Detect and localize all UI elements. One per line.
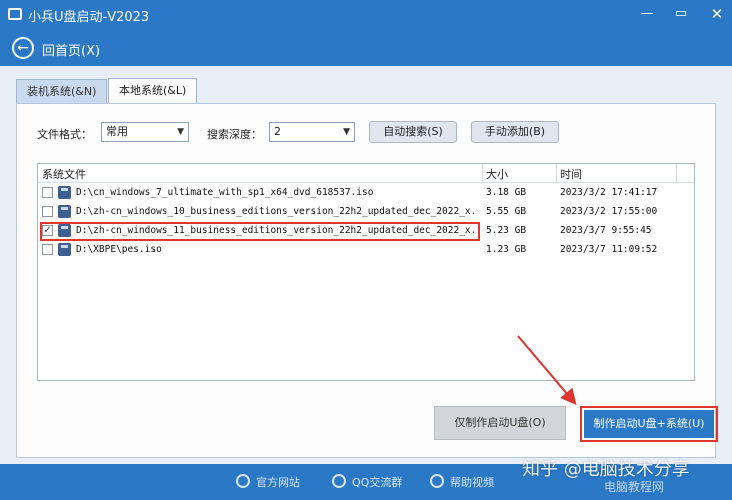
row-checkbox[interactable] <box>42 187 53 198</box>
row-checkbox-checked[interactable]: ✓ <box>42 225 53 236</box>
file-size: 1.23 GB <box>486 244 527 255</box>
list-header: 系统文件 大小 时间 <box>38 164 694 183</box>
globe-icon <box>236 474 250 488</box>
column-divider <box>556 164 557 182</box>
column-divider <box>482 164 483 182</box>
disk-image-icon <box>58 205 71 218</box>
format-label: 文件格式： <box>37 128 92 141</box>
help-video-link[interactable]: 帮助视频 <box>450 474 494 490</box>
make-boot-usb-button[interactable]: 仅制作启动U盘(O) <box>434 406 566 440</box>
file-size: 5.23 GB <box>486 225 527 236</box>
file-time: 2023/3/7 9:55:45 <box>560 225 652 236</box>
column-divider <box>676 164 677 182</box>
title-bar: 小兵U盘启动-V2023 — ▭ ✕ <box>0 0 732 30</box>
file-name: D:\cn_windows_7_ultimate_with_sp1_x64_dv… <box>76 187 374 198</box>
depth-label: 搜索深度： <box>207 128 262 141</box>
tab-install-system[interactable]: 装机系统(&N) <box>16 79 108 103</box>
header-size[interactable]: 大小 <box>486 166 508 182</box>
play-icon <box>430 474 444 488</box>
disk-image-icon <box>58 186 71 199</box>
tab-local-system[interactable]: 本地系统(&L) <box>108 78 198 104</box>
app-title: 小兵U盘启动-V2023 <box>28 10 150 25</box>
table-row-selected[interactable]: ✓ D:\zh-cn_windows_11_business_editions_… <box>38 222 694 241</box>
file-time: 2023/3/2 17:55:00 <box>560 206 658 217</box>
row-checkbox[interactable] <box>42 244 53 255</box>
file-size: 5.55 GB <box>486 206 527 217</box>
qq-icon <box>332 474 346 488</box>
official-site-link[interactable]: 官方网站 <box>256 474 300 490</box>
chevron-down-icon: ▼ <box>343 127 350 137</box>
maximize-icon[interactable]: ▭ <box>670 4 692 24</box>
system-file-list: 系统文件 大小 时间 D:\cn_windows_7_ultimate_with… <box>37 163 695 381</box>
app-window: 小兵U盘启动-V2023 — ▭ ✕ ← 回首页(X) 装机系统(&N) 本地系… <box>0 0 732 500</box>
close-icon[interactable]: ✕ <box>706 4 728 24</box>
file-name: D:\XBPE\pes.iso <box>76 244 162 255</box>
back-home-button[interactable]: 回首页(X) <box>42 40 100 59</box>
file-name: D:\zh-cn_windows_10_business_editions_ve… <box>76 206 476 217</box>
table-row[interactable]: D:\zh-cn_windows_10_business_editions_ve… <box>38 203 694 222</box>
disk-image-icon <box>58 243 71 256</box>
disk-image-icon <box>58 224 71 237</box>
auto-search-button[interactable]: 自动搜索(S) <box>369 121 457 143</box>
minimize-icon[interactable]: — <box>636 4 658 24</box>
local-system-panel: 文件格式： 常用 ▼ 搜索深度： 2 ▼ 自动搜索(S) 手动添加(B) 系统文… <box>16 103 716 458</box>
file-name: D:\zh-cn_windows_11_business_editions_ve… <box>76 225 476 236</box>
format-select[interactable]: 常用 ▼ <box>101 122 189 142</box>
make-boot-usb-system-button[interactable]: 制作启动U盘+系统(U) <box>584 410 714 438</box>
depth-select[interactable]: 2 ▼ <box>269 122 355 142</box>
row-checkbox[interactable] <box>42 206 53 217</box>
file-time: 2023/3/7 11:09:52 <box>560 244 658 255</box>
manual-add-button[interactable]: 手动添加(B) <box>471 121 559 143</box>
table-row[interactable]: D:\cn_windows_7_ultimate_with_sp1_x64_dv… <box>38 184 694 203</box>
depth-select-value: 2 <box>274 125 281 138</box>
header-file[interactable]: 系统文件 <box>42 166 86 182</box>
table-row[interactable]: D:\XBPE\pes.iso 1.23 GB 2023/3/7 11:09:5… <box>38 241 694 260</box>
format-select-value: 常用 <box>106 125 128 138</box>
main-content: 装机系统(&N) 本地系统(&L) 文件格式： 常用 ▼ 搜索深度： 2 ▼ 自… <box>0 66 732 464</box>
chevron-down-icon: ▼ <box>177 127 184 137</box>
qq-group-link[interactable]: QQ交流群 <box>352 474 402 490</box>
app-logo-icon <box>8 8 22 20</box>
header-time[interactable]: 时间 <box>560 166 582 182</box>
back-arrow-icon[interactable]: ← <box>12 37 34 59</box>
nav-bar: ← 回首页(X) <box>0 30 732 66</box>
file-size: 3.18 GB <box>486 187 527 198</box>
watermark-subtext: 电脑教程网 <box>604 480 665 494</box>
file-time: 2023/3/2 17:41:17 <box>560 187 658 198</box>
